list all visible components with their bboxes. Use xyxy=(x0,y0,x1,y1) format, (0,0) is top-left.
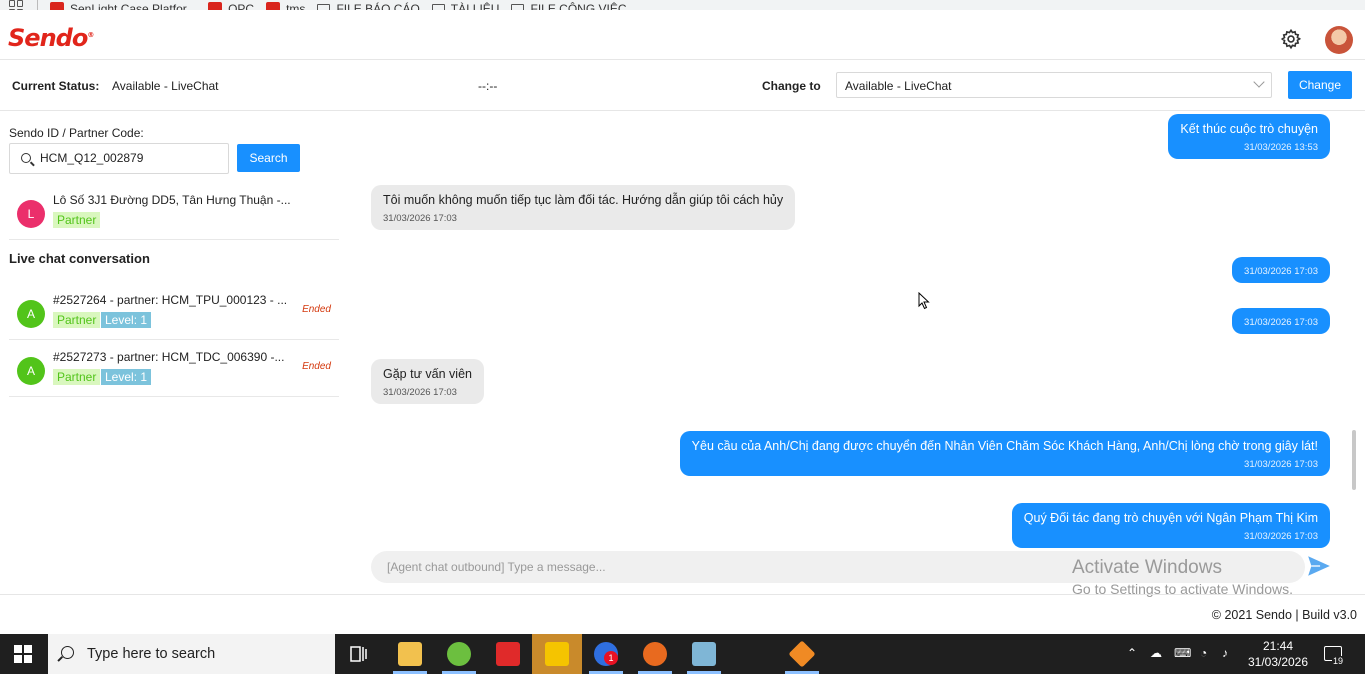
chevron-down-icon xyxy=(1253,76,1265,88)
change-button[interactable]: Change xyxy=(1288,71,1352,99)
message-input-placeholder: [Agent chat outbound] Type a message... xyxy=(387,560,606,574)
folder-icon xyxy=(431,3,445,10)
notification-count: 19 xyxy=(1332,656,1345,666)
current-status-value: Available - LiveChat xyxy=(112,79,219,93)
sendo-red-icon xyxy=(50,2,64,10)
search-label: Sendo ID / Partner Code: xyxy=(9,126,144,140)
conversation-status: Ended xyxy=(302,304,331,315)
bookmark-tms[interactable]: tms xyxy=(266,2,305,10)
taskbar-search[interactable]: Type here to search xyxy=(48,634,335,674)
conversation-avatar: A xyxy=(17,357,45,385)
file-explorer-icon[interactable] xyxy=(398,642,422,666)
chat-message-incoming: Tôi muốn không muốn tiếp tục làm đối tác… xyxy=(371,185,796,230)
search-icon xyxy=(21,153,31,163)
wifi-icon[interactable]: ◔ xyxy=(1200,646,1207,660)
folder-icon xyxy=(317,3,331,10)
search-input-value: HCM_Q12_002879 xyxy=(40,151,144,165)
partner-tag: Partner xyxy=(53,312,101,328)
sticky-notes-icon[interactable] xyxy=(545,642,569,666)
result-avatar: L xyxy=(17,200,45,228)
ultraviewer-icon[interactable] xyxy=(643,642,667,666)
live-chat-heading: Live chat conversation xyxy=(9,251,150,266)
search-icon xyxy=(61,646,74,659)
partner-tag: Partner xyxy=(53,212,101,228)
bookmarks-separator xyxy=(37,0,38,10)
zalo-badge: 1 xyxy=(604,651,618,665)
conversation-item[interactable]: A #2527264 - partner: HCM_TPU_000123 - .… xyxy=(9,284,339,340)
activate-windows-watermark: Activate Windows Go to Settings to activ… xyxy=(1072,557,1293,597)
avatar[interactable] xyxy=(1325,26,1353,54)
level-tag: Level: 1 xyxy=(101,369,152,385)
partner-tag: Partner xyxy=(53,369,101,385)
volume-icon[interactable]: ♪ xyxy=(1222,646,1228,660)
bookmark-tai-lieu[interactable]: TÀI LIỆU xyxy=(431,2,499,10)
chat-message-incoming: Gặp tư vấn viên 31/03/2026 17:03 xyxy=(371,359,484,404)
chevron-up-icon[interactable]: ⌃ xyxy=(1127,646,1137,660)
bookmark-opc[interactable]: OPC xyxy=(208,2,254,10)
status-select[interactable]: Available - LiveChat xyxy=(836,72,1272,98)
conversation-avatar: A xyxy=(17,300,45,328)
chat-messages[interactable]: Kết thúc cuộc trò chuyện 31/03/2026 13:5… xyxy=(350,112,1350,548)
conversation-item[interactable]: A #2527273 - partner: HCM_TDC_006390 -..… xyxy=(9,341,339,397)
chat-scrollbar[interactable] xyxy=(1352,430,1356,490)
task-view-icon[interactable] xyxy=(347,642,371,666)
sublime-icon[interactable] xyxy=(788,640,816,668)
chrome-icon[interactable] xyxy=(447,642,471,666)
taskbar-search-placeholder: Type here to search xyxy=(87,646,216,662)
sendo-red-icon xyxy=(266,2,281,10)
windows-start-icon[interactable] xyxy=(14,645,32,663)
sendo-red-icon xyxy=(208,2,223,10)
app-header: Sendo® xyxy=(0,20,1365,60)
change-to-label: Change to xyxy=(762,79,821,93)
bookmark-file-cong-viec[interactable]: FILE CÔNG VIỆC xyxy=(511,2,627,10)
bookmarks-bar: SenLight Case Platfor... OPC tms FILE BÁ… xyxy=(0,0,1365,10)
footer-text: © 2021 Sendo | Build v3.0 xyxy=(1211,608,1357,622)
chat-message-outgoing: Kết thúc cuộc trò chuyện 31/03/2026 13:5… xyxy=(1168,114,1330,159)
current-status-label: Current Status: xyxy=(12,79,100,93)
left-panel: Sendo ID / Partner Code: HCM_Q12_002879 … xyxy=(0,112,350,594)
conversation-title: #2527273 - partner: HCM_TDC_006390 -... xyxy=(53,350,285,364)
chat-message-outgoing: Quý Đối tác đang trò chuyện với Ngân Phạ… xyxy=(1011,503,1330,548)
bookmark-file-bao-cao[interactable]: FILE BÁO CÁO xyxy=(317,2,420,10)
status-select-value: Available - LiveChat xyxy=(845,79,952,93)
send-icon[interactable] xyxy=(1306,553,1332,579)
search-input[interactable]: HCM_Q12_002879 xyxy=(9,143,229,174)
sendo-logo[interactable]: Sendo® xyxy=(8,24,94,52)
conversation-status: Ended xyxy=(302,361,331,372)
mouse-cursor-icon xyxy=(918,292,930,310)
chat-message-outgoing: 31/03/2026 17:03 xyxy=(1232,308,1330,334)
conversation-title: #2527264 - partner: HCM_TPU_000123 - ... xyxy=(53,293,288,307)
notepad-icon[interactable] xyxy=(692,642,716,666)
level-tag: Level: 1 xyxy=(101,312,152,328)
keyboard-icon[interactable]: ⌨ xyxy=(1174,646,1191,660)
search-result-item[interactable]: L Lô Số 3J1 Đường DD5, Tân Hưng Thuận -.… xyxy=(9,184,339,240)
apps-grid-icon[interactable] xyxy=(9,0,25,10)
chat-message-outgoing: Yêu cầu của Anh/Chị đang được chuyển đến… xyxy=(679,431,1330,476)
search-button[interactable]: Search xyxy=(237,144,300,172)
taskbar: Type here to search ⌃ ☁ ⌨ ◔ ♪ 21:44 31/0… xyxy=(0,634,1365,674)
footer: © 2021 Sendo | Build v3.0 xyxy=(0,594,1365,634)
gear-icon[interactable] xyxy=(1280,28,1302,50)
status-timer: --:-- xyxy=(478,79,498,93)
wps-office-icon[interactable] xyxy=(496,642,520,666)
cloud-icon[interactable]: ☁ xyxy=(1150,646,1162,660)
folder-icon xyxy=(511,3,525,10)
bookmark-senlight[interactable]: SenLight Case Platfor... xyxy=(50,2,196,10)
taskbar-clock[interactable]: 21:44 31/03/2026 xyxy=(1246,638,1310,670)
result-title: Lô Số 3J1 Đường DD5, Tân Hưng Thuận -... xyxy=(53,193,291,207)
status-bar: Current Status: Available - LiveChat --:… xyxy=(0,60,1365,111)
chat-message-outgoing: 31/03/2026 17:03 xyxy=(1232,257,1330,283)
